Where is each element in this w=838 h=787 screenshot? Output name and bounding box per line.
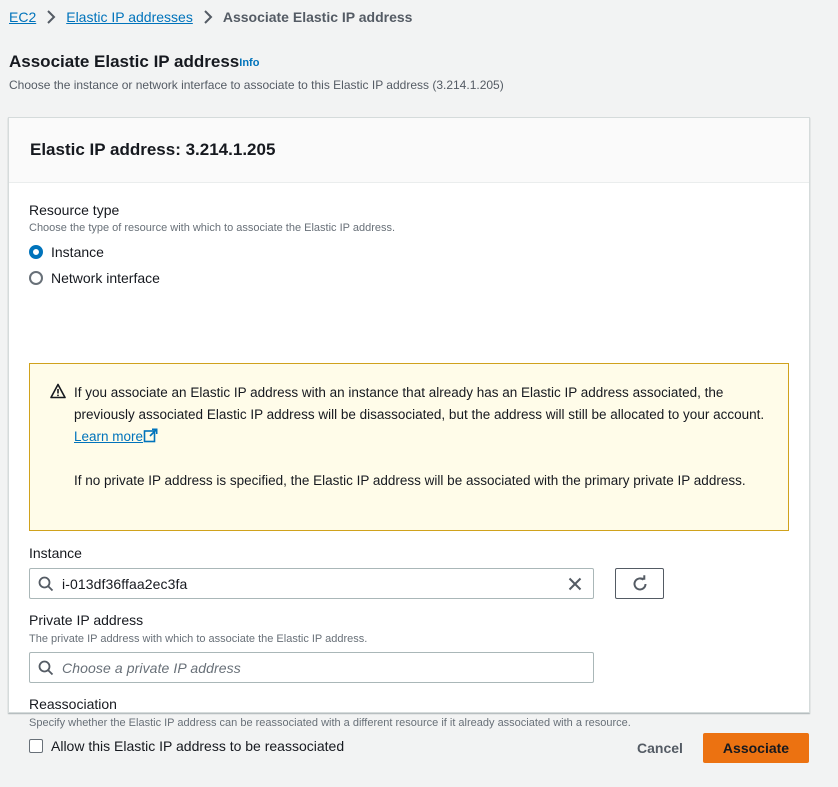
radio-network-interface-label: Network interface: [51, 270, 160, 286]
instance-label: Instance: [29, 545, 82, 561]
reassociation-label: Reassociation: [29, 696, 117, 712]
cancel-button[interactable]: Cancel: [623, 733, 697, 763]
instance-search-input[interactable]: i-013df36ffaa2ec3fa: [29, 568, 594, 599]
chevron-right-icon: [36, 10, 66, 24]
resource-type-label: Resource type: [29, 202, 120, 218]
page-description: Choose the instance or network interface…: [9, 78, 504, 92]
page-title: Associate Elastic IP addressInfo: [9, 52, 259, 72]
info-link[interactable]: Info: [239, 57, 259, 69]
radio-instance-button[interactable]: [29, 245, 43, 259]
clear-icon[interactable]: [563, 572, 587, 596]
panel-title: Elastic IP address: 3.214.1.205: [30, 140, 276, 159]
learn-more-text: Learn more: [74, 429, 144, 444]
breadcrumb-ec2-link[interactable]: EC2: [9, 9, 36, 25]
refresh-button[interactable]: [615, 568, 664, 599]
associate-button[interactable]: Associate: [703, 733, 809, 763]
alert-paragraph-2: If no private IP address is specified, t…: [74, 473, 746, 488]
radio-instance[interactable]: Instance: [29, 244, 104, 260]
private-ip-select[interactable]: Choose a private IP address: [29, 652, 594, 683]
instance-value: i-013df36ffaa2ec3fa: [62, 575, 188, 592]
resource-type-description: Choose the type of resource with which t…: [29, 222, 396, 234]
page-title-text: Associate Elastic IP address: [9, 52, 240, 71]
radio-instance-label: Instance: [51, 244, 104, 260]
private-ip-label: Private IP address: [29, 612, 144, 628]
breadcrumb: EC2 Elastic IP addresses Associate Elast…: [9, 8, 412, 26]
private-ip-description: The private IP address with which to ass…: [29, 633, 368, 645]
reassociation-checkbox-label: Allow this Elastic IP address to be reas…: [51, 738, 345, 754]
reassociation-checkbox[interactable]: [29, 739, 43, 753]
alert-paragraph-1: If you associate an Elastic IP address w…: [74, 382, 774, 450]
radio-network-interface[interactable]: Network interface: [29, 270, 160, 286]
external-link-icon: [143, 428, 158, 450]
alert-text-1: If you associate an Elastic IP address w…: [74, 385, 765, 422]
warning-icon: [50, 383, 66, 404]
reassociation-checkbox-row[interactable]: Allow this Elastic IP address to be reas…: [29, 738, 344, 754]
learn-more-link[interactable]: Learn more: [74, 428, 158, 444]
warning-alert: If you associate an Elastic IP address w…: [29, 363, 789, 531]
search-icon: [38, 660, 54, 676]
radio-network-interface-button[interactable]: [29, 271, 43, 285]
associate-panel: Elastic IP address: 3.214.1.205 Resource…: [8, 117, 810, 754]
breadcrumb-current: Associate Elastic IP address: [222, 9, 413, 25]
panel-header: Elastic IP address: 3.214.1.205: [9, 118, 809, 183]
chevron-right-icon: [193, 10, 223, 24]
reassociation-description: Specify whether the Elastic IP address c…: [29, 717, 631, 729]
refresh-icon: [631, 574, 649, 593]
search-icon: [38, 576, 54, 592]
private-ip-placeholder: Choose a private IP address: [62, 659, 241, 676]
breadcrumb-elastic-ips-link[interactable]: Elastic IP addresses: [66, 9, 193, 25]
